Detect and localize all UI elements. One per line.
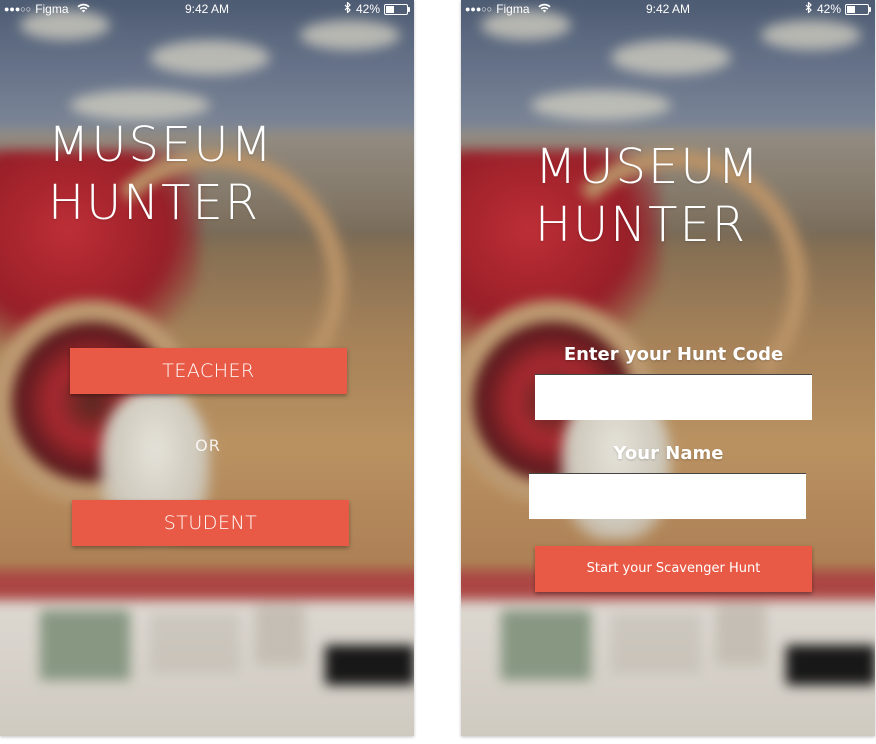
- battery-icon: [845, 3, 871, 15]
- app-title: MUSEUM HUNTER: [535, 138, 761, 254]
- start-scavenger-hunt-button[interactable]: Start your Scavenger Hunt: [535, 546, 812, 592]
- or-separator: OR: [195, 436, 221, 455]
- battery-percent: 42%: [355, 2, 380, 16]
- status-bar: ●●●○○ Figma 9:42 AM 42%: [461, 0, 875, 20]
- title-line-2: HUNTER: [48, 175, 261, 231]
- student-join-screen: ●●●○○ Figma 9:42 AM 42% MUSEUM HUNTER En…: [461, 0, 875, 736]
- app-title: MUSEUM HUNTER: [48, 116, 274, 232]
- battery-percent: 42%: [816, 2, 841, 16]
- hunt-code-label: Enter your Hunt Code: [563, 344, 784, 365]
- hunt-code-input[interactable]: [535, 374, 812, 420]
- status-bar: ●●●○○ Figma 9:42 AM 42%: [0, 0, 414, 20]
- name-label: Your Name: [613, 443, 724, 464]
- bluetooth-icon: [344, 1, 352, 16]
- title-line-1: MUSEUM: [48, 117, 274, 173]
- name-input[interactable]: [529, 473, 806, 519]
- bluetooth-icon: [805, 1, 813, 16]
- canvas: ●●●○○ Figma 9:42 AM 42% MUSEUM HUNTER TE…: [0, 0, 876, 744]
- title-line-2: HUNTER: [535, 197, 748, 253]
- student-button[interactable]: STUDENT: [72, 500, 349, 546]
- role-select-screen: ●●●○○ Figma 9:42 AM 42% MUSEUM HUNTER TE…: [0, 0, 414, 736]
- battery-icon: [384, 3, 410, 15]
- teacher-button[interactable]: TEACHER: [70, 348, 347, 394]
- title-line-1: MUSEUM: [535, 139, 761, 195]
